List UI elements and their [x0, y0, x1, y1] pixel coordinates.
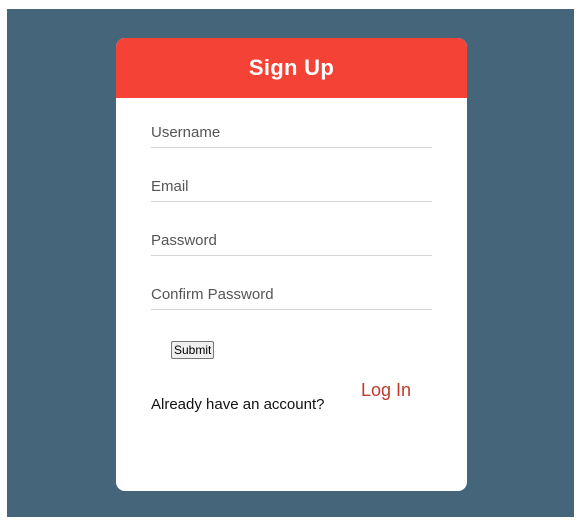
form-title: Sign Up [248, 55, 335, 80]
signup-card: Sign Up Submit Already have an account? … [116, 38, 467, 491]
password-input[interactable] [151, 225, 432, 256]
already-have-account-text: Already have an account? [151, 396, 325, 413]
username-input[interactable] [151, 117, 432, 148]
confirm-password-input[interactable] [151, 279, 432, 310]
email-input[interactable] [151, 171, 432, 202]
submit-button[interactable]: Submit [171, 341, 215, 359]
card-header: Sign Up [116, 38, 467, 98]
login-link[interactable]: Log In [361, 380, 411, 401]
